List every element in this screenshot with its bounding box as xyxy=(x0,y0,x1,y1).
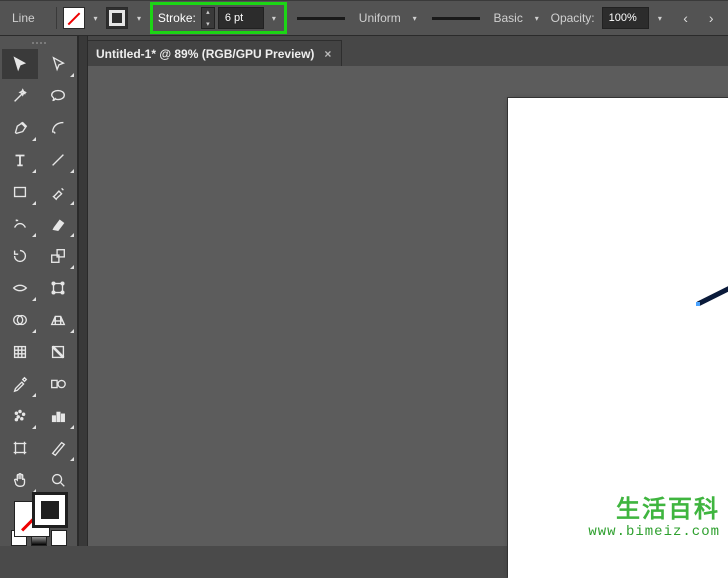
watermark-url: www.bimeiz.com xyxy=(588,524,720,540)
brush-definition-dropdown[interactable]: ▾ xyxy=(530,7,544,29)
fill-stroke-indicator[interactable] xyxy=(10,501,68,528)
divider xyxy=(56,7,57,29)
lasso-tool[interactable] xyxy=(40,81,76,111)
opacity-dropdown[interactable]: ▾ xyxy=(653,7,667,29)
rectangle-tool[interactable] xyxy=(2,177,38,207)
variable-width-profile-label: Uniform xyxy=(356,11,404,25)
stroke-dropdown[interactable]: ▾ xyxy=(132,7,146,29)
document-tab-title: Untitled-1* @ 89% (RGB/GPU Preview) xyxy=(96,47,314,61)
stroke-label: Stroke: xyxy=(156,11,198,25)
rotate-tool[interactable] xyxy=(2,241,38,271)
document-tab[interactable]: Untitled-1* @ 89% (RGB/GPU Preview) × xyxy=(86,40,342,66)
width-tool[interactable] xyxy=(2,273,38,303)
close-tab-icon[interactable]: × xyxy=(324,47,331,61)
blend-tool[interactable] xyxy=(40,369,76,399)
document-tab-bar: Untitled-1* @ 89% (RGB/GPU Preview) × xyxy=(0,36,728,66)
stroke-weight-stepper[interactable]: ▴▾ xyxy=(201,7,215,29)
perspective-grid-tool[interactable] xyxy=(40,305,76,335)
drawn-line-object[interactable] xyxy=(696,286,728,306)
color-mode-none[interactable] xyxy=(51,530,67,546)
variable-width-profile-dropdown[interactable]: ▾ xyxy=(408,7,422,29)
stroke-weight-input[interactable]: 6 pt xyxy=(218,7,264,29)
selection-tool[interactable] xyxy=(2,49,38,79)
brush-definition-label: Basic xyxy=(491,11,526,25)
control-bar: Line ▾ ▾ Stroke: ▴▾ 6 pt ▾ Uniform ▾ Bas… xyxy=(0,0,728,36)
stroke-weight-dropdown[interactable]: ▾ xyxy=(267,7,281,29)
shape-builder-tool[interactable] xyxy=(2,305,38,335)
canvas-area[interactable] xyxy=(88,66,728,546)
curvature-tool[interactable] xyxy=(40,113,76,143)
watermark: 生活百科 www.bimeiz.com xyxy=(588,489,720,540)
shaper-tool[interactable] xyxy=(2,209,38,239)
tools-panel xyxy=(0,36,78,546)
panel-grip[interactable] xyxy=(9,42,69,45)
direct-selection-tool[interactable] xyxy=(40,49,76,79)
stroke-weight-group: Stroke: ▴▾ 6 pt ▾ xyxy=(150,2,287,34)
stroke-color-indicator[interactable] xyxy=(32,492,68,528)
fill-dropdown[interactable]: ▾ xyxy=(89,7,103,29)
hand-tool[interactable] xyxy=(2,465,38,495)
column-graph-tool[interactable] xyxy=(40,401,76,431)
overflow-next-button[interactable]: › xyxy=(700,7,722,29)
slice-tool[interactable] xyxy=(40,433,76,463)
tool-mode-label: Line xyxy=(6,11,50,25)
free-transform-tool[interactable] xyxy=(40,273,76,303)
type-tool[interactable] xyxy=(2,145,38,175)
brush-definition-preview[interactable] xyxy=(426,7,487,29)
overflow-prev-button[interactable]: ‹ xyxy=(675,7,697,29)
watermark-text: 生活百科 xyxy=(588,489,720,524)
eyedropper-tool[interactable] xyxy=(2,369,38,399)
scale-tool[interactable] xyxy=(40,241,76,271)
opacity-label: Opacity: xyxy=(548,11,598,25)
artboard-tool[interactable] xyxy=(2,433,38,463)
stroke-swatch[interactable] xyxy=(106,7,128,29)
opacity-input[interactable]: 100% xyxy=(602,7,649,29)
zoom-tool[interactable] xyxy=(40,465,76,495)
eraser-tool[interactable] xyxy=(40,209,76,239)
mesh-tool[interactable] xyxy=(2,337,38,367)
gradient-tool[interactable] xyxy=(40,337,76,367)
panel-collapse-strip[interactable] xyxy=(78,36,88,546)
pen-tool[interactable] xyxy=(2,113,38,143)
symbol-sprayer-tool[interactable] xyxy=(2,401,38,431)
magic-wand-tool[interactable] xyxy=(2,81,38,111)
variable-width-profile-preview[interactable] xyxy=(291,7,352,29)
paintbrush-tool[interactable] xyxy=(40,177,76,207)
line-segment-tool[interactable] xyxy=(40,145,76,175)
fill-swatch[interactable] xyxy=(63,7,85,29)
